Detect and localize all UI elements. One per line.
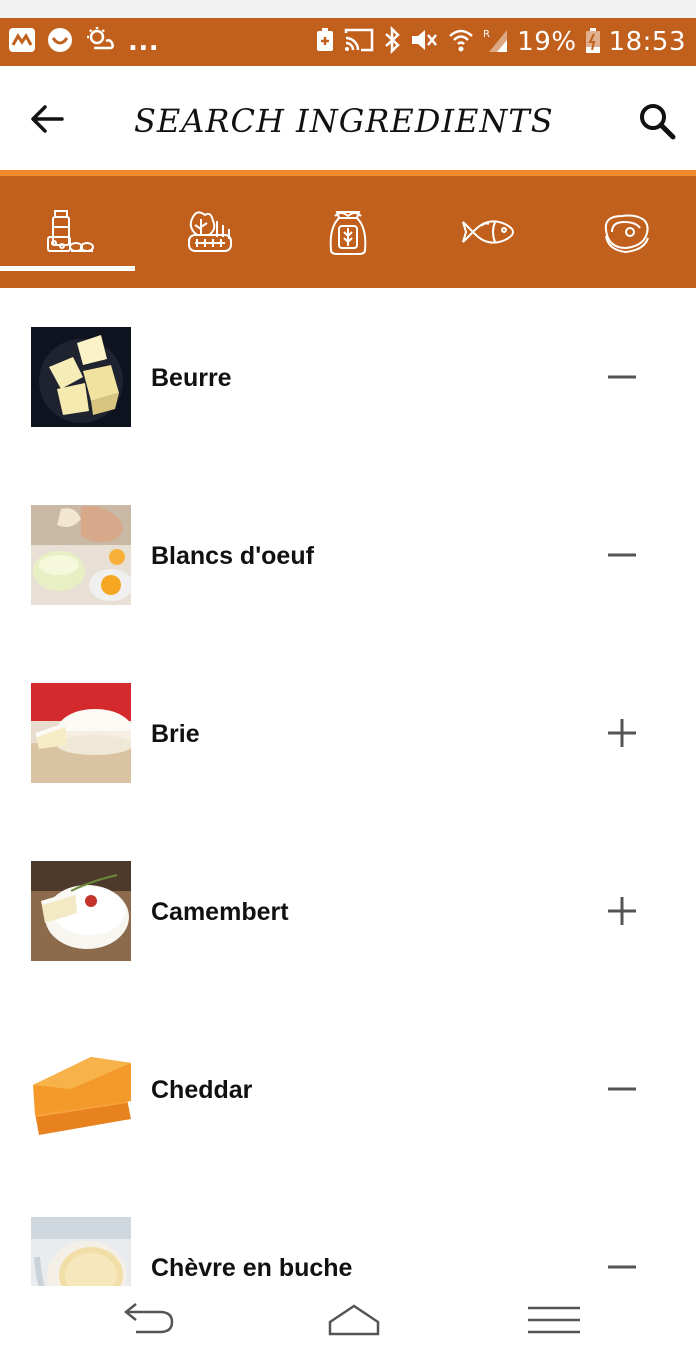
battery-percent: 19% (517, 27, 577, 57)
clock: 18:53 (608, 27, 686, 57)
list-item[interactable]: Camembert (0, 822, 696, 1000)
remove-ingredient-button[interactable] (600, 355, 644, 399)
tab-vegetables[interactable] (139, 176, 278, 288)
more-notifications-indicator: ... (128, 27, 160, 57)
ingredient-thumbnail (31, 327, 131, 427)
list-item[interactable]: Blancs d'oeuf (0, 466, 696, 644)
list-item[interactable]: Chèvre en buche (0, 1178, 696, 1286)
status-bar-system: R 19% 18:53 (315, 25, 686, 59)
maps-icon (8, 27, 36, 58)
remove-ingredient-button[interactable] (600, 533, 644, 577)
category-tabs (0, 176, 696, 288)
system-home-button[interactable] (314, 1298, 394, 1342)
cast-icon (343, 27, 375, 58)
ingredient-thumbnail (31, 1039, 131, 1139)
vegetables-icon (187, 211, 232, 252)
ingredient-name: Camembert (151, 898, 289, 926)
tab-fish[interactable] (417, 176, 556, 288)
tab-meat[interactable] (556, 176, 695, 288)
ingredient-name: Chèvre en buche (151, 1254, 353, 1282)
tab-grains[interactable] (278, 176, 417, 288)
ingredient-list: Beurre Blancs d'oeuf Brie Camembert Ched… (0, 288, 696, 1286)
weather-icon (84, 26, 116, 59)
plus-icon (608, 897, 636, 925)
add-ingredient-button[interactable] (600, 711, 644, 755)
ingredient-thumbnail (31, 505, 131, 605)
tab-dairy[interactable] (0, 176, 139, 288)
system-back-button[interactable] (106, 1298, 186, 1342)
ingredient-name: Brie (151, 720, 200, 748)
app-bar: SEARCH INGREDIENTS (0, 66, 696, 172)
page-title: SEARCH INGREDIENTS (134, 102, 554, 140)
remove-ingredient-button[interactable] (600, 1067, 644, 1111)
svg-text:R: R (483, 29, 490, 40)
search-icon (640, 104, 676, 140)
fish-icon (461, 220, 514, 244)
remove-ingredient-button[interactable] (600, 1245, 644, 1286)
messenger-icon (46, 26, 74, 59)
ingredient-thumbnail (31, 683, 131, 783)
minus-icon (608, 553, 636, 557)
ingredient-thumbnail (31, 861, 131, 961)
vibrate-icon (409, 26, 439, 59)
home-nav-icon (328, 1304, 380, 1336)
signal-icon: R (483, 26, 509, 59)
ingredient-name: Cheddar (151, 1076, 253, 1104)
ingredient-name: Blancs d'oeuf (151, 542, 314, 570)
add-ingredient-button[interactable] (600, 889, 644, 933)
screen-top-edge (0, 0, 696, 18)
minus-icon (608, 1265, 636, 1269)
dairy-icon (46, 210, 94, 252)
list-item[interactable]: Cheddar (0, 1000, 696, 1178)
status-bar: ... R 19% 18:53 (0, 18, 696, 66)
ingredient-name: Beurre (151, 364, 232, 392)
steak-icon (604, 214, 649, 254)
bluetooth-icon (383, 25, 401, 59)
back-nav-icon (123, 1303, 174, 1334)
system-menu-button[interactable] (514, 1298, 594, 1342)
arrow-left-icon (31, 105, 64, 133)
battery-saver-icon (315, 26, 335, 59)
plus-icon (608, 719, 636, 747)
selected-tab-indicator (0, 266, 135, 271)
list-item[interactable]: Beurre (0, 288, 696, 466)
flour-sack-icon (329, 211, 366, 255)
ingredient-thumbnail (31, 1217, 131, 1286)
system-navigation-bar (0, 1286, 696, 1354)
minus-icon (608, 1087, 636, 1091)
minus-icon (608, 375, 636, 379)
search-button[interactable] (636, 100, 678, 142)
status-bar-notifications: ... (8, 26, 159, 58)
wifi-icon (447, 26, 475, 59)
battery-icon (585, 26, 601, 59)
list-item[interactable]: Brie (0, 644, 696, 822)
back-button[interactable] (26, 98, 68, 140)
menu-nav-icon (528, 1306, 580, 1334)
